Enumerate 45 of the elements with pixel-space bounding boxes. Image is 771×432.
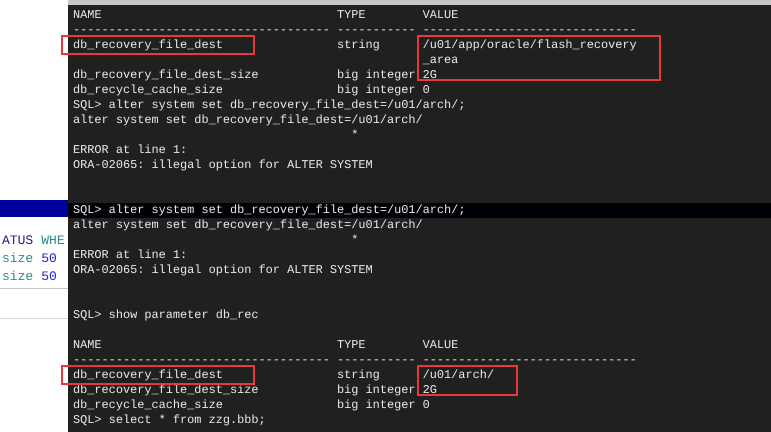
terminal-text: ------------------------------------ ----------- ------------------------------ — [73, 23, 637, 38]
parameter-type: big integer — [337, 398, 416, 412]
parameter-value: 2G — [422, 383, 437, 397]
parameter-type: big integer — [337, 68, 416, 82]
parameter-name: db_recycle_cache_size — [73, 398, 223, 412]
code-text: size — [2, 268, 34, 286]
column-header: VALUE — [422, 338, 458, 352]
terminal-text: SQL> alter system set db_recovery_file_dest=/u01/arch/; — [73, 203, 466, 218]
parameter-name: db_recovery_file_dest_size — [73, 383, 259, 397]
code-text: size — [2, 250, 34, 268]
terminal-text: SQL> show parameter db_rec — [73, 308, 259, 323]
parameter-name: db_recycle_cache_size — [73, 83, 223, 97]
code-text: 50 — [41, 250, 57, 268]
terminal-text: alter system set db_recovery_file_dest=/u01/arch/ — [73, 218, 423, 233]
code-text: 50 — [41, 268, 57, 286]
terminal-text: * — [350, 128, 358, 143]
parameter-name: db_recovery_file_dest — [73, 368, 223, 382]
terminal-text: ERROR at line 1: — [73, 248, 188, 263]
terminal-text: alter system set db_recovery_file_dest=/u01/arch/ — [73, 113, 423, 128]
code-text: ATUS — [2, 232, 34, 250]
code-text: WHE — [41, 232, 65, 250]
terminal-text: * — [350, 233, 358, 248]
parameter-value: /u01/arch/ — [422, 368, 494, 382]
terminal-text: ------------------------------------ ----------- ------------------------------ — [73, 353, 637, 368]
terminal-text: SQL> select * from zzg.bbb; — [73, 413, 266, 428]
parameter-type: big integer — [337, 83, 416, 97]
terminal-text: ORA-02065: illegal option for ALTER SYSTEM — [73, 263, 373, 278]
parameter-value: 2G — [422, 68, 437, 82]
terminal-text: ORA-02065: illegal option for ALTER SYSTEM — [73, 158, 373, 173]
column-header: NAME — [73, 338, 102, 352]
column-header: VALUE — [422, 8, 458, 22]
parameter-type: string — [337, 368, 380, 382]
terminal-text: SQL> alter system set db_recovery_file_dest=/u01/arch/; — [73, 98, 466, 113]
parameter-value: _area — [422, 53, 458, 68]
parameter-value: 0 — [422, 83, 430, 97]
parameter-value: /u01/app/oracle/flash_recovery — [422, 38, 637, 52]
parameter-type: big integer — [337, 383, 416, 397]
column-header: TYPE — [337, 338, 366, 352]
parameter-type: string — [337, 38, 380, 52]
column-header: TYPE — [337, 8, 366, 22]
parameter-name: db_recovery_file_dest_size — [73, 68, 259, 82]
parameter-value: 0 — [422, 398, 430, 412]
parameter-name: db_recovery_file_dest — [73, 38, 223, 52]
terminal-text: ERROR at line 1: — [73, 143, 188, 158]
column-header: NAME — [73, 8, 102, 22]
